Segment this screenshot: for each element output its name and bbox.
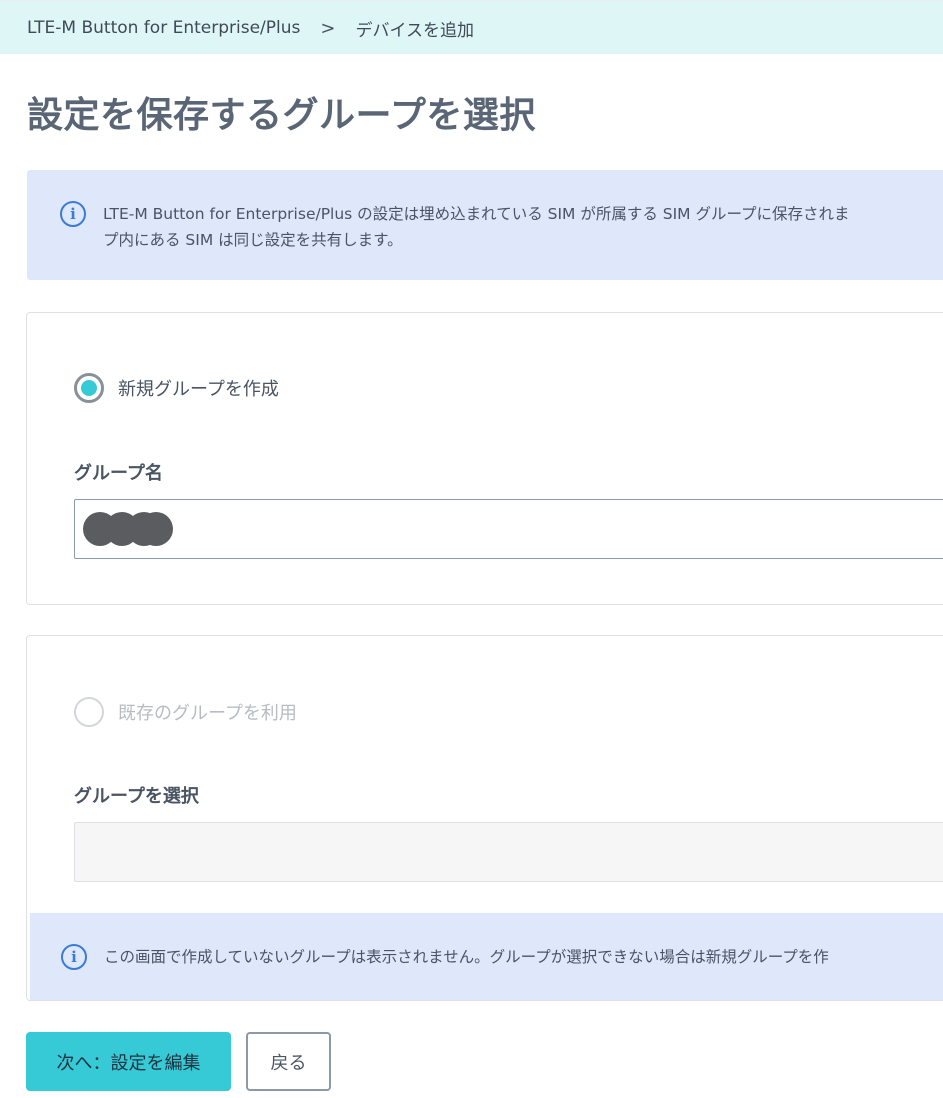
group-notice-banner: i この画面で作成していないグループは表示されません。グループが選択できない場合… (30, 913, 943, 1000)
redacted-value (83, 512, 173, 546)
radio-selected-dot (81, 380, 97, 396)
existing-group-radio-label[interactable]: 既存のグループを利用 (118, 699, 297, 725)
back-button[interactable]: 戻る (246, 1032, 331, 1091)
group-select[interactable] (74, 822, 943, 882)
info-line-2: プ内にある SIM は同じ設定を共有します。 (103, 231, 403, 249)
group-name-label: グループ名 (74, 463, 163, 484)
chevron-right-icon: > (320, 17, 336, 39)
new-group-option[interactable]: 新規グループを作成 (74, 373, 279, 403)
info-text: LTE-M Button for Enterprise/Plus の設定は埋め込… (103, 201, 943, 253)
info-icon: i (60, 201, 86, 227)
breadcrumb-parent-link[interactable]: LTE-M Button for Enterprise/Plus (27, 18, 300, 38)
new-group-card: 新規グループを作成 グループ名 (26, 312, 943, 605)
select-group-label: グループを選択 (74, 786, 199, 807)
info-icon: i (61, 944, 87, 970)
next-edit-settings-button[interactable]: 次へ：設定を編集 (26, 1032, 231, 1091)
info-line-1: LTE-M Button for Enterprise/Plus の設定は埋め込… (103, 205, 850, 223)
new-group-radio-label[interactable]: 新規グループを作成 (118, 375, 279, 401)
page-title: 設定を保存するグループを選択 (27, 95, 536, 136)
new-group-radio[interactable] (74, 373, 104, 403)
group-name-input[interactable] (74, 499, 943, 559)
breadcrumb-current: デバイスを追加 (355, 20, 474, 41)
existing-group-card: 既存のグループを利用 グループを選択 i この画面で作成していないグループは表示… (26, 635, 943, 1001)
info-banner: i LTE-M Button for Enterprise/Plus の設定は埋… (27, 170, 943, 280)
group-notice-text: この画面で作成していないグループは表示されません。グループが選択できない場合は新… (104, 948, 829, 966)
breadcrumb: LTE-M Button for Enterprise/Plus > デバイスを… (0, 0, 943, 54)
existing-group-radio[interactable] (74, 697, 104, 727)
existing-group-option[interactable]: 既存のグループを利用 (74, 697, 297, 727)
